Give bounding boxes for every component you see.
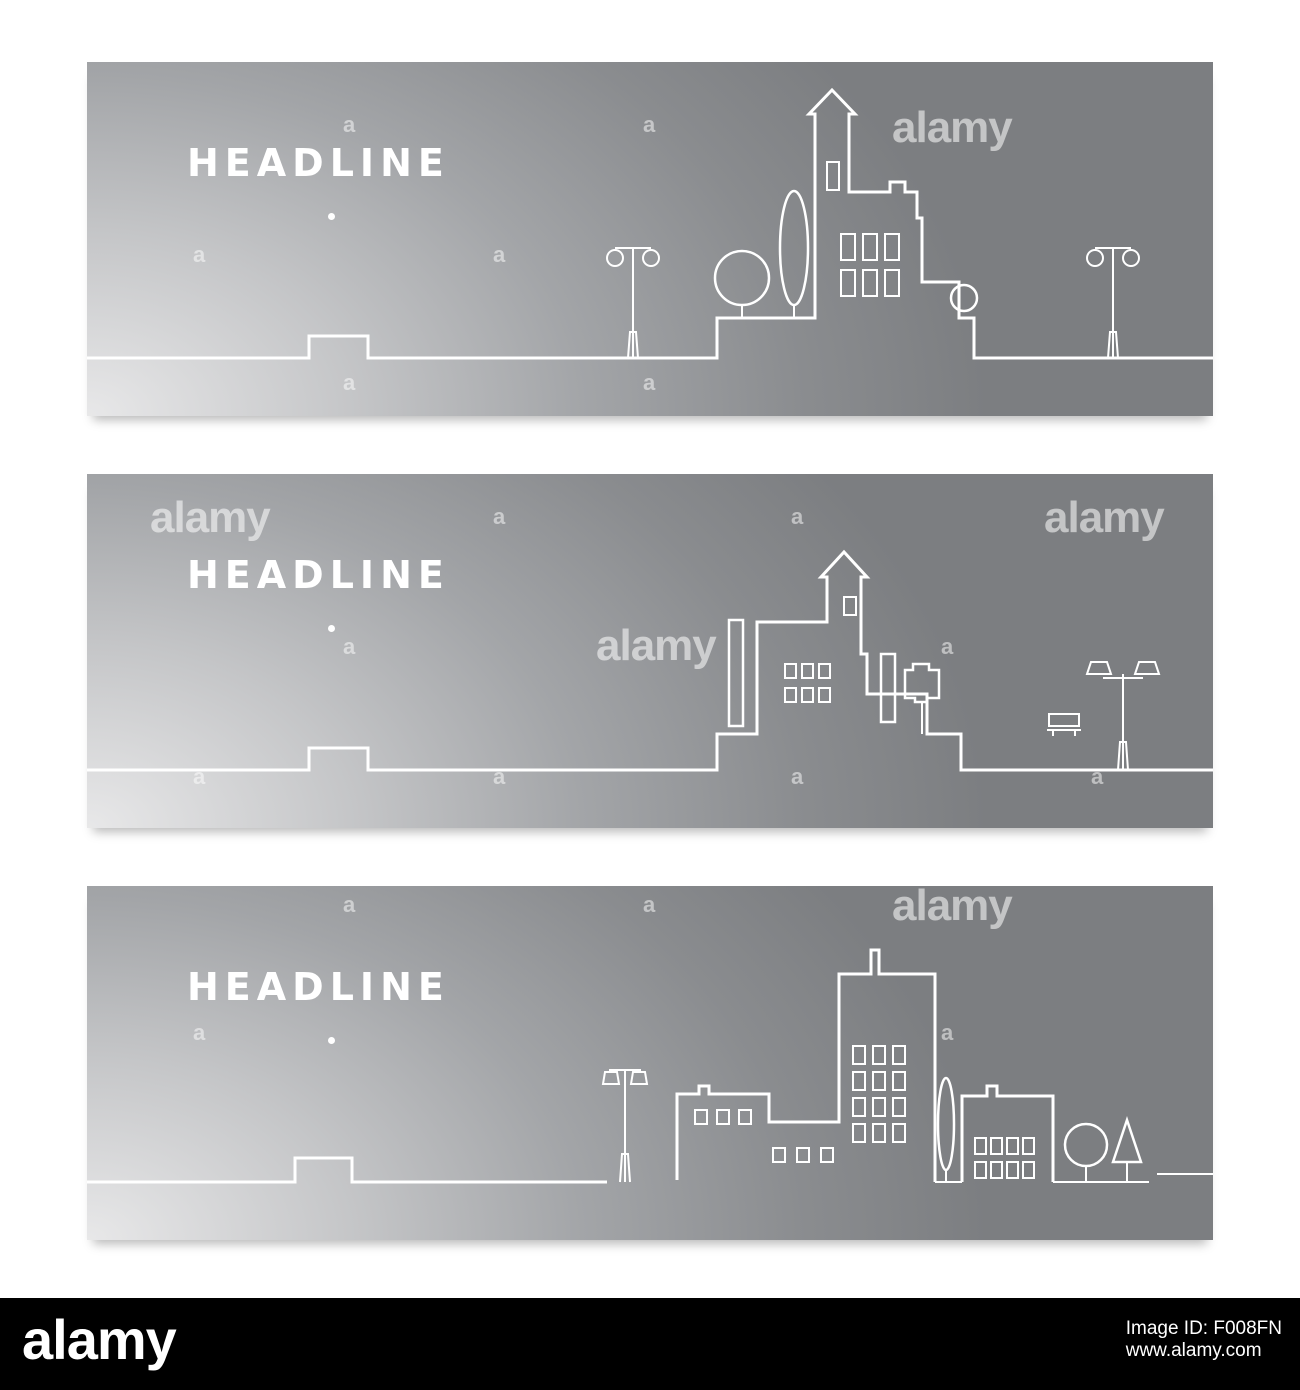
watermark-letter: a — [791, 504, 804, 529]
watermark-letter: a — [643, 112, 656, 137]
watermark-letter: a — [343, 112, 356, 137]
image-id: Image ID: F008FN — [1125, 1318, 1282, 1339]
image-id-block: Image ID: F008FN www.alamy.com — [1126, 1318, 1282, 1362]
banner-1: HEADLINE alamy a a a a a a — [87, 62, 1213, 416]
watermark-letter: a — [193, 1020, 206, 1045]
city-skyline-line-art — [87, 948, 1213, 1184]
watermark: alamy — [892, 886, 1013, 930]
watermark-letter: a — [493, 764, 506, 789]
watermark: alamy — [150, 493, 271, 542]
watermark-letter: a — [941, 1020, 954, 1045]
watermark-footer: alamy Image ID: F008FN www.alamy.com — [0, 1298, 1300, 1390]
watermark-letter: a — [493, 504, 506, 529]
alamy-logo: alamy — [22, 1308, 177, 1371]
watermark-letter: a — [193, 242, 206, 267]
watermark: alamy — [596, 621, 717, 670]
watermark-letter: a — [643, 892, 656, 917]
watermark-letter: a — [343, 370, 356, 395]
watermark-letter: a — [343, 892, 356, 917]
watermark-letter: a — [493, 242, 506, 267]
banner-3: HEADLINE alamy a a a a — [87, 886, 1213, 1240]
watermark-letter: a — [643, 370, 656, 395]
watermark-letter: a — [343, 634, 356, 659]
watermark: alamy — [1044, 493, 1165, 542]
watermark-letter: a — [1091, 764, 1104, 789]
site-url: www.alamy.com — [1125, 1339, 1262, 1361]
watermark-letter: a — [791, 764, 804, 789]
watermark-letter: a — [941, 634, 954, 659]
watermark-letter: a — [193, 764, 206, 789]
watermark: alamy — [892, 103, 1013, 152]
banner-2: HEADLINE alamy alamy alamy a a a a a a a… — [87, 474, 1213, 828]
